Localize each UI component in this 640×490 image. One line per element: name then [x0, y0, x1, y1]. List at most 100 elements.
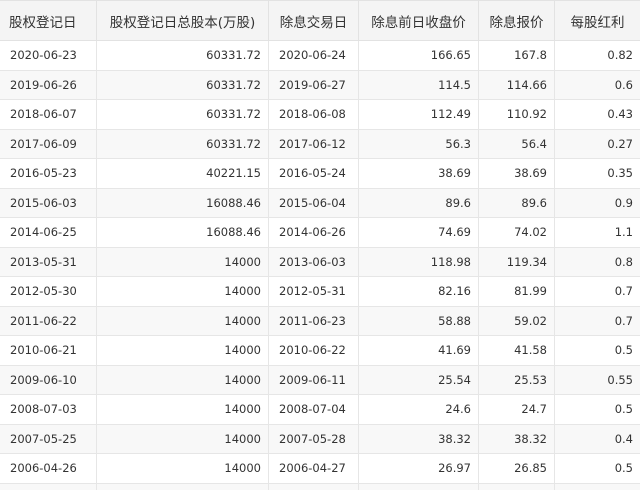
- prev-close-cell: 41.69: [358, 335, 479, 366]
- record-date-cell: 2015-06-03: [0, 187, 97, 218]
- ex-price-cell: 74.02: [478, 217, 555, 248]
- ex-dividend-date-cell: 2008-07-04: [268, 394, 359, 425]
- table-row: 2014-06-25 16088.46 2014-06-26 74.69 74.02 1.…: [0, 217, 640, 248]
- total-shares-cell: 14000: [96, 364, 269, 395]
- total-shares-cell: 14000: [96, 246, 269, 277]
- total-shares-cell: 14000: [96, 335, 269, 366]
- dividend-per-share-cell: 0.43: [554, 99, 640, 130]
- prev-close-cell: 24.6: [358, 394, 479, 425]
- total-shares-cell: 60331.72: [96, 128, 269, 159]
- table-row: [0, 482, 640, 490]
- prev-close-cell: 82.16: [358, 276, 479, 307]
- total-shares-cell: 14000: [96, 453, 269, 484]
- header-row: 股权登记日 股权登记日总股本(万股) 除息交易日 除息前日收盘价 除息报价 每股…: [0, 0, 640, 41]
- ex-dividend-date-cell: 2018-06-08: [268, 99, 359, 130]
- table-row: 2015-06-03 16088.46 2015-06-04 89.6 89.6 0.9: [0, 187, 640, 218]
- total-shares-cell: 60331.72: [96, 99, 269, 130]
- record-date-cell: 2013-05-31: [0, 246, 97, 277]
- prev-close-cell: 26.97: [358, 453, 479, 484]
- dividend-per-share-cell: 0.27: [554, 128, 640, 159]
- ex-price-cell: [478, 482, 555, 490]
- total-shares-cell: 14000: [96, 305, 269, 336]
- table-header: 股权登记日 股权登记日总股本(万股) 除息交易日 除息前日收盘价 除息报价 每股…: [0, 0, 640, 41]
- record-date-cell: 2016-05-23: [0, 158, 97, 189]
- record-date-cell: 2019-06-26: [0, 69, 97, 100]
- prev-close-cell: 166.65: [358, 40, 479, 71]
- ex-price-cell: 81.99: [478, 276, 555, 307]
- table-row: 2017-06-09 60331.72 2017-06-12 56.3 56.4 0.27: [0, 128, 640, 159]
- ex-price-cell: 110.92: [478, 99, 555, 130]
- ex-price-cell: 56.4: [478, 128, 555, 159]
- prev-close-cell: 74.69: [358, 217, 479, 248]
- dividend-per-share-cell: 0.5: [554, 394, 640, 425]
- record-date-cell: 2009-06-10: [0, 364, 97, 395]
- table-row: 2013-05-31 14000 2013-06-03 118.98 119.34 0.8: [0, 246, 640, 277]
- record-date-cell: 2006-04-26: [0, 453, 97, 484]
- total-shares-cell: 40221.15: [96, 158, 269, 189]
- table-row: 2011-06-22 14000 2011-06-23 58.88 59.02 0.7: [0, 305, 640, 336]
- table-body: 2020-06-23 60331.72 2020-06-24 166.65 167.8 0…: [0, 40, 640, 490]
- dividend-per-share-cell: 0.7: [554, 276, 640, 307]
- header-ex-price: 除息报价: [478, 0, 555, 41]
- ex-price-cell: 59.02: [478, 305, 555, 336]
- dividend-per-share-cell: 0.82: [554, 40, 640, 71]
- total-shares-cell: 16088.46: [96, 187, 269, 218]
- ex-dividend-date-cell: 2013-06-03: [268, 246, 359, 277]
- ex-dividend-date-cell: 2006-04-27: [268, 453, 359, 484]
- ex-dividend-date-cell: 2016-05-24: [268, 158, 359, 189]
- table-row: 2006-04-26 14000 2006-04-27 26.97 26.85 0.5: [0, 453, 640, 484]
- table-row: 2010-06-21 14000 2010-06-22 41.69 41.58 0.5: [0, 335, 640, 366]
- ex-dividend-date-cell: [268, 482, 359, 490]
- total-shares-cell: 14000: [96, 276, 269, 307]
- dividend-per-share-cell: 0.6: [554, 69, 640, 100]
- total-shares-cell: 16088.46: [96, 217, 269, 248]
- prev-close-cell: 114.5: [358, 69, 479, 100]
- ex-dividend-date-cell: 2012-05-31: [268, 276, 359, 307]
- prev-close-cell: 112.49: [358, 99, 479, 130]
- table-row: 2007-05-25 14000 2007-05-28 38.32 38.32 0.4: [0, 423, 640, 454]
- table-row: 2019-06-26 60331.72 2019-06-27 114.5 114.66 0…: [0, 69, 640, 100]
- record-date-cell: 2012-05-30: [0, 276, 97, 307]
- ex-price-cell: 25.53: [478, 364, 555, 395]
- total-shares-cell: 60331.72: [96, 40, 269, 71]
- prev-close-cell: 89.6: [358, 187, 479, 218]
- ex-dividend-date-cell: 2007-05-28: [268, 423, 359, 454]
- record-date-cell: 2018-06-07: [0, 99, 97, 130]
- header-ex-dividend-date: 除息交易日: [268, 0, 359, 41]
- table-row: 2009-06-10 14000 2009-06-11 25.54 25.53 0.55: [0, 364, 640, 395]
- ex-dividend-date-cell: 2017-06-12: [268, 128, 359, 159]
- dividend-per-share-cell: 0.5: [554, 335, 640, 366]
- dividend-per-share-cell: 0.55: [554, 364, 640, 395]
- dividend-per-share-cell: [554, 482, 640, 490]
- total-shares-cell: [96, 482, 269, 490]
- table-row: 2008-07-03 14000 2008-07-04 24.6 24.7 0.5: [0, 394, 640, 425]
- ex-dividend-date-cell: 2009-06-11: [268, 364, 359, 395]
- prev-close-cell: 38.69: [358, 158, 479, 189]
- ex-dividend-date-cell: 2010-06-22: [268, 335, 359, 366]
- prev-close-cell: 118.98: [358, 246, 479, 277]
- record-date-cell: 2011-06-22: [0, 305, 97, 336]
- prev-close-cell: [358, 482, 479, 490]
- prev-close-cell: 25.54: [358, 364, 479, 395]
- table-row: 2016-05-23 40221.15 2016-05-24 38.69 38.69 0.…: [0, 158, 640, 189]
- table-row: 2012-05-30 14000 2012-05-31 82.16 81.99 0.7: [0, 276, 640, 307]
- record-date-cell: 2010-06-21: [0, 335, 97, 366]
- dividend-per-share-cell: 1.1: [554, 217, 640, 248]
- ex-price-cell: 41.58: [478, 335, 555, 366]
- total-shares-cell: 14000: [96, 394, 269, 425]
- record-date-cell: 2007-05-25: [0, 423, 97, 454]
- total-shares-cell: 14000: [96, 423, 269, 454]
- prev-close-cell: 58.88: [358, 305, 479, 336]
- table-row: 2020-06-23 60331.72 2020-06-24 166.65 167.8 0…: [0, 40, 640, 71]
- ex-price-cell: 167.8: [478, 40, 555, 71]
- table-row: 2018-06-07 60331.72 2018-06-08 112.49 110.92…: [0, 99, 640, 130]
- header-total-shares: 股权登记日总股本(万股): [96, 0, 269, 41]
- ex-price-cell: 24.7: [478, 394, 555, 425]
- dividend-per-share-cell: 0.35: [554, 158, 640, 189]
- ex-price-cell: 89.6: [478, 187, 555, 218]
- dividend-per-share-cell: 0.4: [554, 423, 640, 454]
- ex-price-cell: 38.32: [478, 423, 555, 454]
- ex-dividend-date-cell: 2014-06-26: [268, 217, 359, 248]
- ex-dividend-date-cell: 2019-06-27: [268, 69, 359, 100]
- ex-dividend-date-cell: 2020-06-24: [268, 40, 359, 71]
